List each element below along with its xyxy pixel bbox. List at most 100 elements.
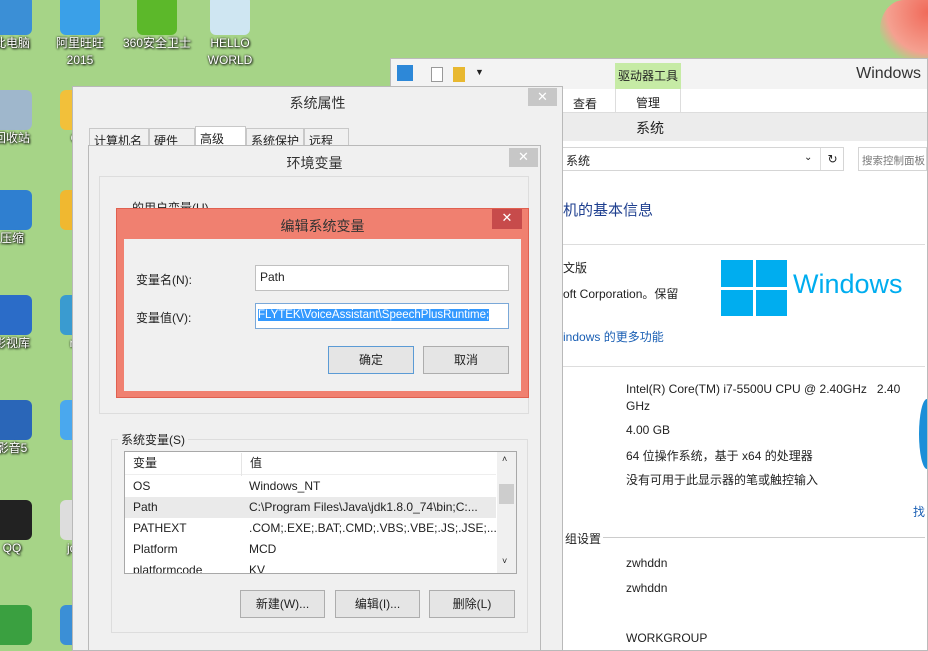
variable-value-input[interactable]: FLYTEK\VoiceAssistant\SpeechPlusRuntime; bbox=[255, 303, 509, 329]
variable-value-cell: .COM;.EXE;.BAT;.CMD;.VBS;.VBE;.JS;.JSE;.… bbox=[249, 521, 497, 535]
search-input[interactable]: 搜索控制面板 bbox=[858, 147, 927, 171]
scrollbar-thumb[interactable] bbox=[499, 484, 514, 504]
table-row[interactable]: platformcode KV bbox=[125, 560, 496, 574]
dialog-title: 编辑系统变量 bbox=[280, 218, 365, 234]
desktop-icon-label: 阿里旺旺 2015 bbox=[55, 36, 104, 67]
desktop-icon[interactable] bbox=[0, 605, 36, 645]
edit-system-variable-dialog: 编辑系统变量 ✕ 变量名(N): 变量值(V): Path FLYTEK\Voi… bbox=[116, 208, 529, 398]
folder-icon[interactable] bbox=[453, 67, 465, 82]
desktop-icon[interactable]: 阿里旺旺 2015 bbox=[45, 0, 115, 69]
chevron-down-icon[interactable]: ⌄ bbox=[804, 152, 812, 163]
address-text: 系统 bbox=[566, 154, 591, 168]
desktop-icon[interactable]: QQ bbox=[0, 500, 36, 557]
app-icon bbox=[210, 0, 250, 35]
chevron-down-icon[interactable]: ▼ bbox=[475, 67, 484, 77]
window-title: Windows bbox=[856, 65, 921, 82]
column-header-variable[interactable]: 变量 bbox=[133, 453, 157, 474]
app-icon bbox=[0, 295, 32, 335]
app-icon bbox=[0, 190, 32, 230]
close-button[interactable]: ✕ bbox=[509, 148, 538, 167]
scroll-up-icon[interactable]: ˄ bbox=[502, 454, 507, 464]
app-icon bbox=[0, 0, 32, 35]
page-heading: 机的基本信息 bbox=[563, 202, 654, 219]
variable-name-cell: OS bbox=[133, 479, 151, 493]
address-bar[interactable]: 系统 ⌄ ↻ bbox=[561, 147, 844, 171]
list-header: 变量 值 bbox=[125, 452, 496, 476]
workgroup-section-label: 组设置 bbox=[565, 532, 602, 546]
refresh-icon[interactable]: ↻ bbox=[820, 148, 844, 170]
system-variables-list[interactable]: 变量 值 OS Windows_NT Path C:\Program Files\Ja… bbox=[124, 451, 517, 574]
variable-name-text: Path bbox=[260, 270, 285, 284]
variable-value-cell: C:\Program Files\Java\jdk1.8.0_74\bin;C:… bbox=[249, 500, 478, 514]
wallpaper-flower bbox=[880, 0, 928, 60]
memory-value: 4.00 GB bbox=[626, 423, 671, 437]
app-icon bbox=[0, 605, 32, 645]
tab-manage[interactable]: 管理 bbox=[615, 89, 681, 113]
copyright-text: oft Corporation。保留 bbox=[563, 287, 679, 301]
delete-button[interactable]: 删除(L) bbox=[429, 590, 515, 618]
context-tab-drive-tools[interactable]: 驱动器工具 bbox=[615, 63, 681, 89]
table-row[interactable]: PATHEXT .COM;.EXE;.BAT;.CMD;.VBS;.VBE;.JS… bbox=[125, 518, 497, 539]
search-placeholder: 搜索控制面板 bbox=[862, 155, 925, 167]
processor-value-cont: GHz bbox=[626, 399, 650, 413]
windows-logo-icon bbox=[721, 260, 787, 316]
quick-access-toolbar: ▼ 驱动器工具 Windows bbox=[391, 59, 927, 89]
variable-value-selected-text: FLYTEK\VoiceAssistant\SpeechPlusRuntime; bbox=[258, 309, 490, 321]
desktop-icon[interactable]: 360安全卫士 bbox=[122, 0, 192, 52]
variable-name-cell: PATHEXT bbox=[133, 521, 187, 535]
tab-view[interactable]: 查看 bbox=[573, 95, 597, 112]
app-icon bbox=[137, 0, 177, 35]
full-name-value: zwhddn bbox=[626, 581, 668, 595]
edition-text: 文版 bbox=[563, 261, 588, 275]
divider bbox=[561, 244, 925, 245]
pen-touch-value: 没有可用于此显示器的笔或触控输入 bbox=[626, 473, 819, 487]
processor-value: Intel(R) Core(TM) i7-5500U CPU @ 2.40GHz… bbox=[626, 382, 901, 396]
app-icon bbox=[60, 0, 100, 35]
variable-name-input[interactable]: Path bbox=[255, 265, 509, 291]
desktop-icon[interactable]: 影音5 bbox=[0, 400, 36, 457]
variable-value-cell: KV bbox=[249, 563, 266, 574]
app-icon bbox=[0, 500, 32, 540]
app-icon bbox=[0, 90, 32, 130]
desktop-icon-label: HELLO WORLD bbox=[207, 36, 253, 67]
divider bbox=[603, 537, 925, 538]
ok-button[interactable]: 确定 bbox=[328, 346, 414, 374]
table-row[interactable]: Path C:\Program Files\Java\jdk1.8.0_74\bi… bbox=[125, 497, 496, 518]
desktop-icon-label: 360安全卫士 bbox=[122, 36, 192, 50]
column-header-value[interactable]: 值 bbox=[241, 453, 262, 476]
app-icon bbox=[0, 400, 32, 440]
window-title: 环境变量 bbox=[286, 155, 343, 171]
table-row[interactable]: Platform MCD bbox=[125, 539, 496, 560]
desktop-icon[interactable]: 压缩 bbox=[0, 190, 36, 247]
table-row[interactable]: OS Windows_NT bbox=[125, 476, 496, 497]
section-title: 系统 bbox=[636, 120, 664, 136]
variable-name-label: 变量名(N): bbox=[136, 273, 192, 287]
variable-name-cell: Path bbox=[133, 500, 158, 514]
divider bbox=[561, 366, 925, 367]
scroll-down-icon[interactable]: ˅ bbox=[502, 556, 507, 566]
dialog-body: 变量名(N): 变量值(V): Path FLYTEK\VoiceAssista… bbox=[124, 239, 521, 391]
system-type-value: 64 位操作系统，基于 x64 的处理器 bbox=[626, 449, 813, 463]
scrollbar[interactable]: ˄ ˅ bbox=[497, 452, 516, 573]
desktop-icon[interactable]: HELLO WORLD bbox=[195, 0, 265, 69]
desktop-icon[interactable]: 回收站 bbox=[0, 90, 36, 147]
desktop-icon[interactable]: 影视库 bbox=[0, 295, 36, 352]
variable-value-cell: MCD bbox=[249, 542, 277, 556]
close-button[interactable]: ✕ bbox=[492, 209, 522, 229]
side-link[interactable]: 找 bbox=[913, 503, 925, 520]
properties-icon[interactable] bbox=[431, 67, 443, 82]
desktop-icon[interactable]: 此电脑 bbox=[0, 0, 36, 52]
desktop-icon-label: 影音5 bbox=[0, 441, 28, 455]
cancel-button[interactable]: 取消 bbox=[423, 346, 509, 374]
system-icon[interactable] bbox=[397, 65, 413, 81]
desktop-icon-label: 影视库 bbox=[0, 336, 30, 350]
performance-circle bbox=[919, 399, 927, 469]
variable-value-cell: Windows_NT bbox=[249, 479, 321, 493]
desktop-icon-label: QQ bbox=[2, 541, 22, 555]
new-button[interactable]: 新建(W)... bbox=[240, 590, 325, 618]
variable-name-cell: Platform bbox=[133, 542, 178, 556]
more-features-link[interactable]: indows 的更多功能 bbox=[563, 328, 664, 345]
edit-button[interactable]: 编辑(I)... bbox=[335, 590, 420, 618]
variable-value-label: 变量值(V): bbox=[136, 311, 192, 325]
close-button[interactable]: ✕ bbox=[528, 88, 557, 106]
